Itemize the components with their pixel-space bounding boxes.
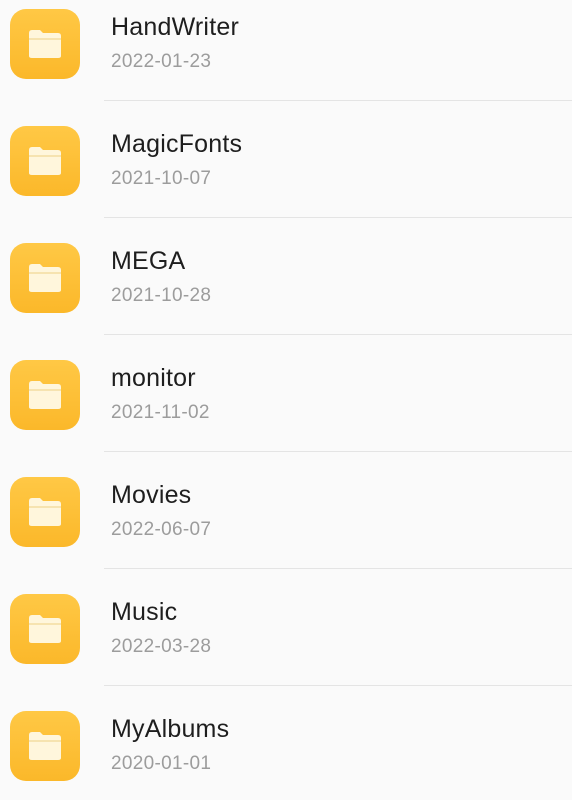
folder-row-5[interactable]: Music 2022-03-28 — [0, 569, 572, 686]
folder-icon — [10, 243, 80, 313]
folder-icon — [10, 594, 80, 664]
folder-name: monitor — [111, 364, 196, 392]
folder-icon — [10, 9, 80, 79]
folder-row-1[interactable]: MagicFonts 2021-10-07 — [0, 101, 572, 218]
folder-name: MEGA — [111, 247, 186, 275]
folder-icon — [10, 711, 80, 781]
folder-row-4[interactable]: Movies 2022-06-07 — [0, 452, 572, 569]
folder-row-3[interactable]: monitor 2021-11-02 — [0, 335, 572, 452]
folder-name: Movies — [111, 481, 192, 509]
folder-date: 2022-06-07 — [111, 519, 212, 540]
folder-row-2[interactable]: MEGA 2021-10-28 — [0, 218, 572, 335]
folder-date: 2022-03-28 — [111, 636, 212, 657]
folder-date: 2022-01-23 — [111, 51, 212, 72]
folder-row-6[interactable]: MyAlbums 2020-01-01 — [0, 686, 572, 800]
folder-name: HandWriter — [111, 13, 239, 41]
folder-icon — [10, 360, 80, 430]
folder-icon — [10, 477, 80, 547]
folder-date: 2020-01-01 — [111, 753, 212, 774]
folder-date: 2021-10-07 — [111, 168, 212, 189]
folder-row-0[interactable]: HandWriter 2022-01-23 — [0, 0, 572, 101]
folder-list: HandWriter 2022-01-23 MagicFonts 2021-10… — [0, 0, 572, 784]
folder-icon — [10, 126, 80, 196]
folder-name: MyAlbums — [111, 715, 230, 743]
folder-date: 2021-10-28 — [111, 285, 212, 306]
folder-name: Music — [111, 598, 178, 626]
folder-name: MagicFonts — [111, 130, 243, 158]
folder-date: 2021-11-02 — [111, 402, 210, 423]
